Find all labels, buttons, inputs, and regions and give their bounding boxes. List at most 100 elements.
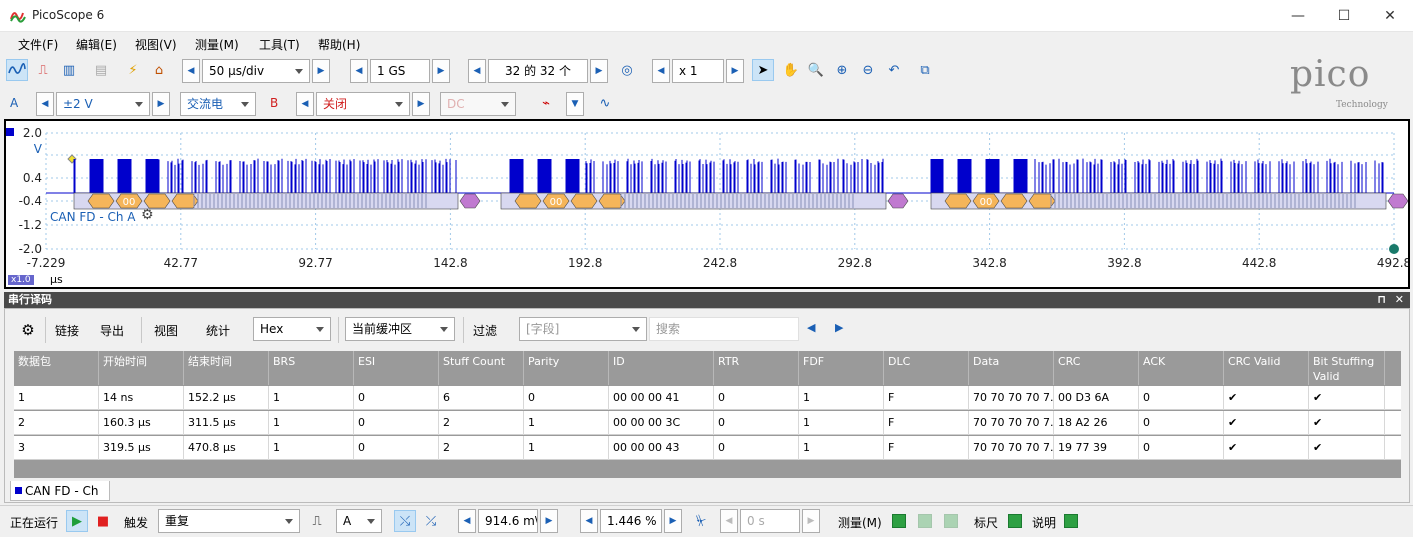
column-header[interactable]: Parity bbox=[524, 351, 609, 385]
channel-a-label[interactable]: A bbox=[10, 96, 18, 110]
zoom-prev-arrow[interactable]: ◀ bbox=[652, 59, 670, 83]
threshold-next-arrow[interactable]: ▶ bbox=[540, 509, 558, 533]
column-header[interactable]: CRC Valid bbox=[1224, 351, 1309, 385]
menu-measure[interactable]: 测量(M) bbox=[195, 36, 239, 53]
decode-settings-gear-icon[interactable]: ⚙ bbox=[17, 319, 39, 341]
column-header[interactable]: CRC bbox=[1054, 351, 1139, 385]
search-input[interactable]: 搜索 bbox=[649, 317, 799, 341]
zoom-window-icon[interactable]: 🔍 bbox=[805, 59, 827, 81]
zoom-out-icon[interactable]: ⊖ bbox=[857, 59, 879, 81]
column-header[interactable]: Data bbox=[969, 351, 1054, 385]
search-prev-arrow[interactable]: ◀ bbox=[807, 321, 815, 334]
scope-mode-icon[interactable] bbox=[6, 59, 28, 81]
persistence-mode-icon[interactable]: ⎍ bbox=[32, 59, 54, 81]
statistics-button[interactable]: 统计 bbox=[206, 322, 230, 339]
table-row[interactable]: 3 319.5 µs 470.8 µs 1 0 2 1 00 00 00 43 0 1 F 70 70… bbox=[14, 436, 1401, 460]
spectrum-mode-icon[interactable]: ▥ bbox=[58, 59, 80, 81]
table-row[interactable]: 1 14 ns 152.2 µs 1 0 6 0 00 00 00 41 0 1 F 70 70 70… bbox=[14, 386, 1401, 410]
samples-prev-arrow[interactable]: ◀ bbox=[350, 59, 368, 83]
minimize-button[interactable]: — bbox=[1275, 0, 1321, 32]
timebase-select[interactable]: 50 µs/div bbox=[202, 59, 310, 83]
channel-b-label[interactable]: B bbox=[270, 96, 278, 110]
trigger-signal-dropdown[interactable]: ▼ bbox=[566, 92, 584, 116]
pretrigger-field[interactable]: 1.446 % bbox=[600, 509, 662, 533]
channel-a-range-select[interactable]: ±2 V bbox=[56, 92, 150, 116]
pretrigger-prev-arrow[interactable]: ◀ bbox=[580, 509, 598, 533]
hand-tool-icon[interactable]: ✋ bbox=[780, 59, 802, 81]
undo-zoom-icon[interactable]: ↶ bbox=[883, 59, 905, 81]
column-header[interactable]: Stuff Count bbox=[439, 351, 524, 385]
buffer-next-arrow[interactable]: ▶ bbox=[590, 59, 608, 83]
range-b-prev-arrow[interactable]: ◀ bbox=[296, 92, 314, 116]
menu-edit[interactable]: 编辑(E) bbox=[76, 36, 117, 53]
add-measurement-icon[interactable] bbox=[892, 514, 906, 528]
timebase-prev-arrow[interactable]: ◀ bbox=[182, 59, 200, 83]
pointer-tool-icon[interactable]: ➤ bbox=[752, 59, 774, 81]
channel-a-coupling-select[interactable]: 交流电 bbox=[180, 92, 256, 116]
timebase-next-arrow[interactable]: ▶ bbox=[312, 59, 330, 83]
column-header[interactable]: ESI bbox=[354, 351, 439, 385]
decoder-tab[interactable]: CAN FD - Ch A bbox=[10, 481, 110, 518]
search-next-arrow[interactable]: ▶ bbox=[835, 321, 843, 334]
export-button[interactable]: 导出 bbox=[100, 322, 124, 339]
column-header[interactable]: DLC bbox=[884, 351, 969, 385]
trigger-signal-icon[interactable]: ⌁ bbox=[528, 92, 564, 114]
view-button[interactable]: 视图 bbox=[154, 322, 178, 339]
x-tick-label: 442.8 bbox=[1242, 256, 1276, 270]
rising-edge-icon[interactable]: ⤯ bbox=[394, 510, 416, 532]
column-header[interactable]: 数据包 bbox=[14, 351, 99, 385]
column-header[interactable]: 开始时间 bbox=[99, 351, 184, 385]
samples-field[interactable]: 1 GS bbox=[370, 59, 430, 83]
column-header[interactable]: FDF bbox=[799, 351, 884, 385]
scope-view[interactable]: 2.0 V 0.4 -0.4 -1.2 -2.0 -7.229 42.77 92.77 142.8… bbox=[4, 119, 1411, 289]
zoom-overview-icon[interactable]: ⧉ bbox=[914, 59, 936, 81]
math-channels-icon[interactable]: ∿ bbox=[594, 92, 616, 114]
column-header[interactable]: Bit Stuffing Valid bbox=[1309, 351, 1385, 385]
range-a-next-arrow[interactable]: ▶ bbox=[152, 92, 170, 116]
range-b-next-arrow[interactable]: ▶ bbox=[412, 92, 430, 116]
pretrigger-next-arrow[interactable]: ▶ bbox=[664, 509, 682, 533]
column-header[interactable]: RTR bbox=[714, 351, 799, 385]
menu-view[interactable]: 视图(V) bbox=[135, 36, 177, 53]
notes-icon[interactable] bbox=[1064, 514, 1078, 528]
column-header[interactable]: ACK bbox=[1139, 351, 1224, 385]
advanced-trigger-icon[interactable]: ⎍ bbox=[306, 510, 328, 532]
field-select[interactable]: [字段] bbox=[519, 317, 647, 341]
range-a-prev-arrow[interactable]: ◀ bbox=[36, 92, 54, 116]
decoder-settings-gear-icon[interactable]: ⚙ bbox=[141, 207, 154, 223]
menu-tools[interactable]: 工具(T) bbox=[259, 36, 300, 53]
post-trigger-delay-icon[interactable]: ⏧ bbox=[690, 510, 712, 532]
buffer-navigator-icon[interactable]: ◎ bbox=[616, 59, 638, 81]
link-button[interactable]: 链接 bbox=[55, 322, 79, 339]
zoom-next-arrow[interactable]: ▶ bbox=[726, 59, 744, 83]
menu-file[interactable]: 文件(F) bbox=[18, 36, 58, 53]
maximize-button[interactable]: ☐ bbox=[1321, 0, 1367, 32]
ruler-settings-icon[interactable] bbox=[1008, 514, 1022, 528]
buffer-prev-arrow[interactable]: ◀ bbox=[468, 59, 486, 83]
falling-edge-icon[interactable]: ⤰ bbox=[420, 510, 442, 532]
panel-close-icon[interactable]: ✕ bbox=[1395, 292, 1404, 308]
samples-next-arrow[interactable]: ▶ bbox=[432, 59, 450, 83]
buffer-source-select[interactable]: 当前缓冲区 bbox=[345, 317, 455, 341]
threshold-prev-arrow[interactable]: ◀ bbox=[458, 509, 476, 533]
filter-button[interactable]: 过滤 bbox=[473, 322, 497, 339]
channel-b-range-select[interactable]: 关闭 bbox=[316, 92, 410, 116]
buffer-field[interactable]: 32 的 32 个 bbox=[488, 59, 588, 83]
column-header[interactable]: 结束时间 bbox=[184, 351, 269, 385]
autosetup-icon[interactable]: ⚡ bbox=[122, 59, 144, 81]
format-select[interactable]: Hex bbox=[253, 317, 331, 341]
pin-icon[interactable]: ⊓ bbox=[1377, 292, 1386, 308]
trigger-mode-select[interactable]: 重复 bbox=[158, 509, 300, 533]
menu-help[interactable]: 帮助(H) bbox=[318, 36, 360, 53]
threshold-field[interactable]: 914.6 m\ bbox=[478, 509, 538, 533]
trigger-channel-select[interactable]: A bbox=[336, 509, 382, 533]
column-header[interactable]: ID bbox=[609, 351, 714, 385]
zoom-field[interactable]: x 1 bbox=[672, 59, 724, 83]
stop-button[interactable]: ■ bbox=[92, 510, 114, 532]
table-row[interactable]: 2 160.3 µs 311.5 µs 1 0 2 1 00 00 00 3C 0 1 F 70 70… bbox=[14, 411, 1401, 435]
zoom-in-icon[interactable]: ⊕ bbox=[831, 59, 853, 81]
run-button[interactable]: ▶ bbox=[66, 510, 88, 532]
column-header[interactable]: BRS bbox=[269, 351, 354, 385]
home-icon[interactable]: ⌂ bbox=[148, 59, 170, 81]
close-button[interactable]: ✕ bbox=[1367, 0, 1413, 32]
